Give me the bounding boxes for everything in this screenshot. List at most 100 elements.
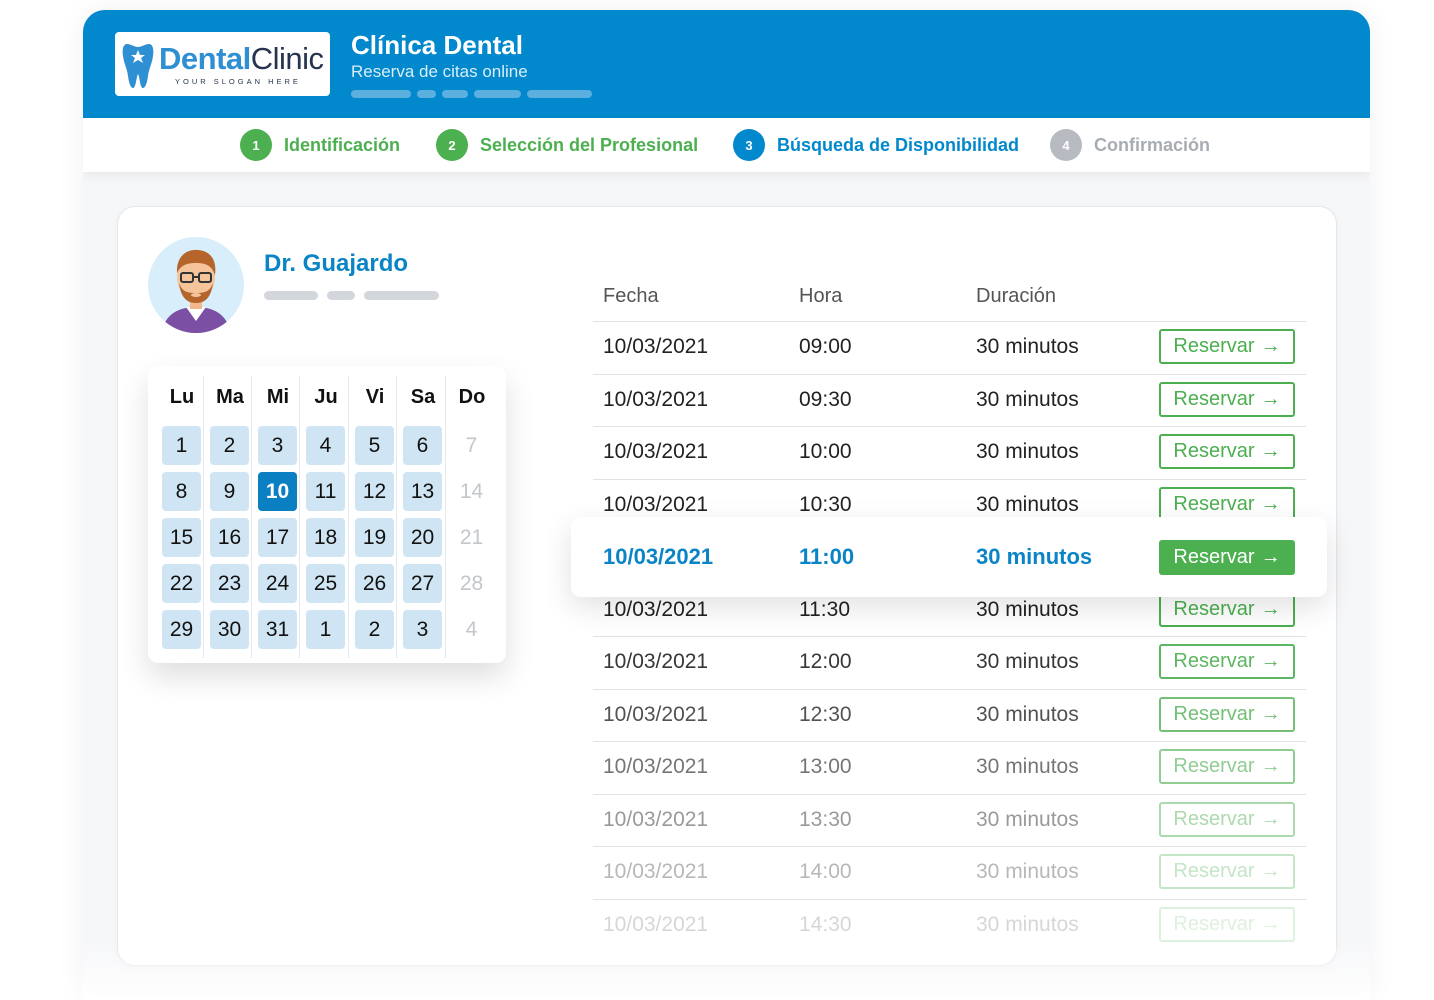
calendar-day[interactable]: 3 <box>258 426 297 465</box>
slot-time: 10:00 <box>799 440 852 463</box>
reservar-label: Reservar <box>1173 912 1255 935</box>
column-header-hora: Hora <box>799 285 843 307</box>
slot-time: 13:30 <box>799 807 852 831</box>
reservar-button[interactable]: Reservar → <box>1159 329 1295 364</box>
calendar-day[interactable]: 13 <box>403 472 442 511</box>
calendar-day[interactable]: 27 <box>403 564 442 603</box>
doctor-avatar <box>148 237 244 333</box>
slot-duration: 30 minutos <box>976 702 1079 726</box>
slot-duration: 30 minutos <box>976 544 1093 569</box>
calendar-day[interactable]: 2 <box>355 610 394 649</box>
calendar-day[interactable]: 9 <box>210 472 249 511</box>
arrow-right-icon: → <box>1260 440 1281 462</box>
step-label: Selección del Profesional <box>480 134 699 155</box>
calendar-day[interactable]: 31 <box>258 610 297 649</box>
calendar-day[interactable]: 12 <box>355 472 394 511</box>
calendar-day[interactable]: 1 <box>306 610 345 649</box>
calendar-day[interactable]: 30 <box>210 610 249 649</box>
slot-time: 12:00 <box>799 650 852 673</box>
slot-duration: 30 minutos <box>976 860 1079 883</box>
slot-date: 10/03/2021 <box>603 492 709 516</box>
calendar-day[interactable]: 19 <box>355 518 394 557</box>
slot-duration: 30 minutos <box>976 912 1079 936</box>
calendar-weekday: Vi <box>365 386 385 408</box>
slot-duration: 30 minutos <box>976 650 1079 673</box>
calendar-day[interactable]: 11 <box>306 472 345 511</box>
calendar-column-divider <box>348 376 349 658</box>
slot-duration: 30 minutos <box>976 335 1079 358</box>
calendar-day[interactable]: 2 <box>210 426 249 465</box>
step-confirmacion[interactable]: 4 Confirmación <box>1050 129 1210 161</box>
calendar-day[interactable]: 4 <box>306 426 345 465</box>
calendar-day[interactable]: 18 <box>306 518 345 557</box>
calendar-day[interactable]: 6 <box>403 426 442 465</box>
logo-slogan: YOUR SLOGAN HERE <box>175 77 301 86</box>
step-label: Confirmación <box>1094 134 1211 155</box>
calendar-column-divider <box>445 376 446 658</box>
slot-row: 10/03/2021 14:00 30 minutos Reservar → <box>593 846 1306 898</box>
reservar-label: Reservar <box>1173 755 1255 777</box>
reservar-button[interactable]: Reservar → <box>1159 906 1295 942</box>
slot-date: 10/03/2021 <box>603 597 709 621</box>
calendar-weekday: Do <box>458 386 486 408</box>
calendar-day[interactable]: 24 <box>258 564 297 603</box>
calendar-day[interactable]: 29 <box>162 610 201 649</box>
slot-date: 10/03/2021 <box>603 807 709 831</box>
calendar-day[interactable]: 22 <box>162 564 201 603</box>
reservar-button[interactable]: Reservar → <box>1159 696 1295 732</box>
slot-row: 10/03/2021 12:30 30 minutos Reservar → <box>593 689 1306 741</box>
reservar-label: Reservar <box>1173 807 1255 830</box>
step-identificacion[interactable]: 1 Identificación <box>240 129 400 161</box>
arrow-right-icon: → <box>1260 807 1281 830</box>
slot-time: 14:30 <box>799 912 852 936</box>
slot-date: 10/03/2021 <box>603 440 709 463</box>
reservar-button[interactable]: Reservar → <box>1159 854 1295 889</box>
calendar-day[interactable]: 23 <box>210 564 249 603</box>
doctor-portrait-icon <box>162 249 230 333</box>
calendar-weekday: Mi <box>266 386 290 408</box>
calendar-day: 7 <box>465 433 478 457</box>
calendar-weekday: Lu <box>169 386 195 408</box>
app-subtitle: Reserva de citas online <box>351 62 528 81</box>
step-number: 4 <box>1050 129 1082 161</box>
calendar-day[interactable]: 25 <box>306 564 345 603</box>
step-number: 3 <box>733 129 765 161</box>
calendar-day[interactable]: 15 <box>162 518 201 557</box>
calendar-day: 14 <box>459 479 484 503</box>
reservar-button[interactable]: Reservar → <box>1159 749 1295 784</box>
calendar-day: 21 <box>459 525 484 549</box>
calendar-column-divider <box>299 376 300 658</box>
reservar-button[interactable]: Reservar → <box>1159 434 1295 469</box>
calendar-day[interactable]: 17 <box>258 518 297 557</box>
calendar-day[interactable]: 5 <box>355 426 394 465</box>
reservar-button[interactable]: Reservar → <box>1159 644 1295 679</box>
arrow-right-icon: → <box>1260 492 1281 515</box>
calendar-day[interactable]: 1 <box>162 426 201 465</box>
slot-date: 10/03/2021 <box>603 387 709 411</box>
clinic-logo[interactable]: DentalClinic YOUR SLOGAN HERE <box>115 32 330 96</box>
step-seleccion-profesional[interactable]: 2 Selección del Profesional <box>436 129 698 161</box>
calendar-weekday: Ma <box>216 386 244 408</box>
calendar-day[interactable]: 20 <box>403 518 442 557</box>
calendar-day[interactable]: 3 <box>403 610 442 649</box>
calendar-day[interactable]: 26 <box>355 564 394 603</box>
doctor-placeholder-bars <box>264 291 439 300</box>
app-header: DentalClinic YOUR SLOGAN HERE Clínica De… <box>83 10 1370 118</box>
reservar-button[interactable]: Reservar → <box>1159 801 1295 837</box>
slot-time: 09:00 <box>799 335 852 358</box>
reservar-label: Reservar <box>1173 387 1255 410</box>
calendar-day[interactable]: 10 <box>258 472 297 511</box>
calendar-day[interactable]: 16 <box>210 518 249 557</box>
arrow-right-icon: → <box>1260 860 1281 882</box>
arrow-right-icon: → <box>1260 755 1281 777</box>
column-header-fecha: Fecha <box>603 285 659 307</box>
reservar-button[interactable]: Reservar → <box>1159 381 1295 417</box>
doctor-name: Dr. Guajardo <box>264 250 409 277</box>
calendar-day[interactable]: 8 <box>162 472 201 511</box>
calendar-weekday: Ju <box>314 386 338 408</box>
reservar-button-active[interactable]: Reservar → <box>1159 540 1295 575</box>
slot-time: 13:00 <box>799 755 852 778</box>
arrow-right-icon: → <box>1260 912 1281 935</box>
step-busqueda-disponibilidad[interactable]: 3 Búsqueda de Disponibilidad <box>733 129 1019 161</box>
slot-time: 11:00 <box>799 544 855 569</box>
